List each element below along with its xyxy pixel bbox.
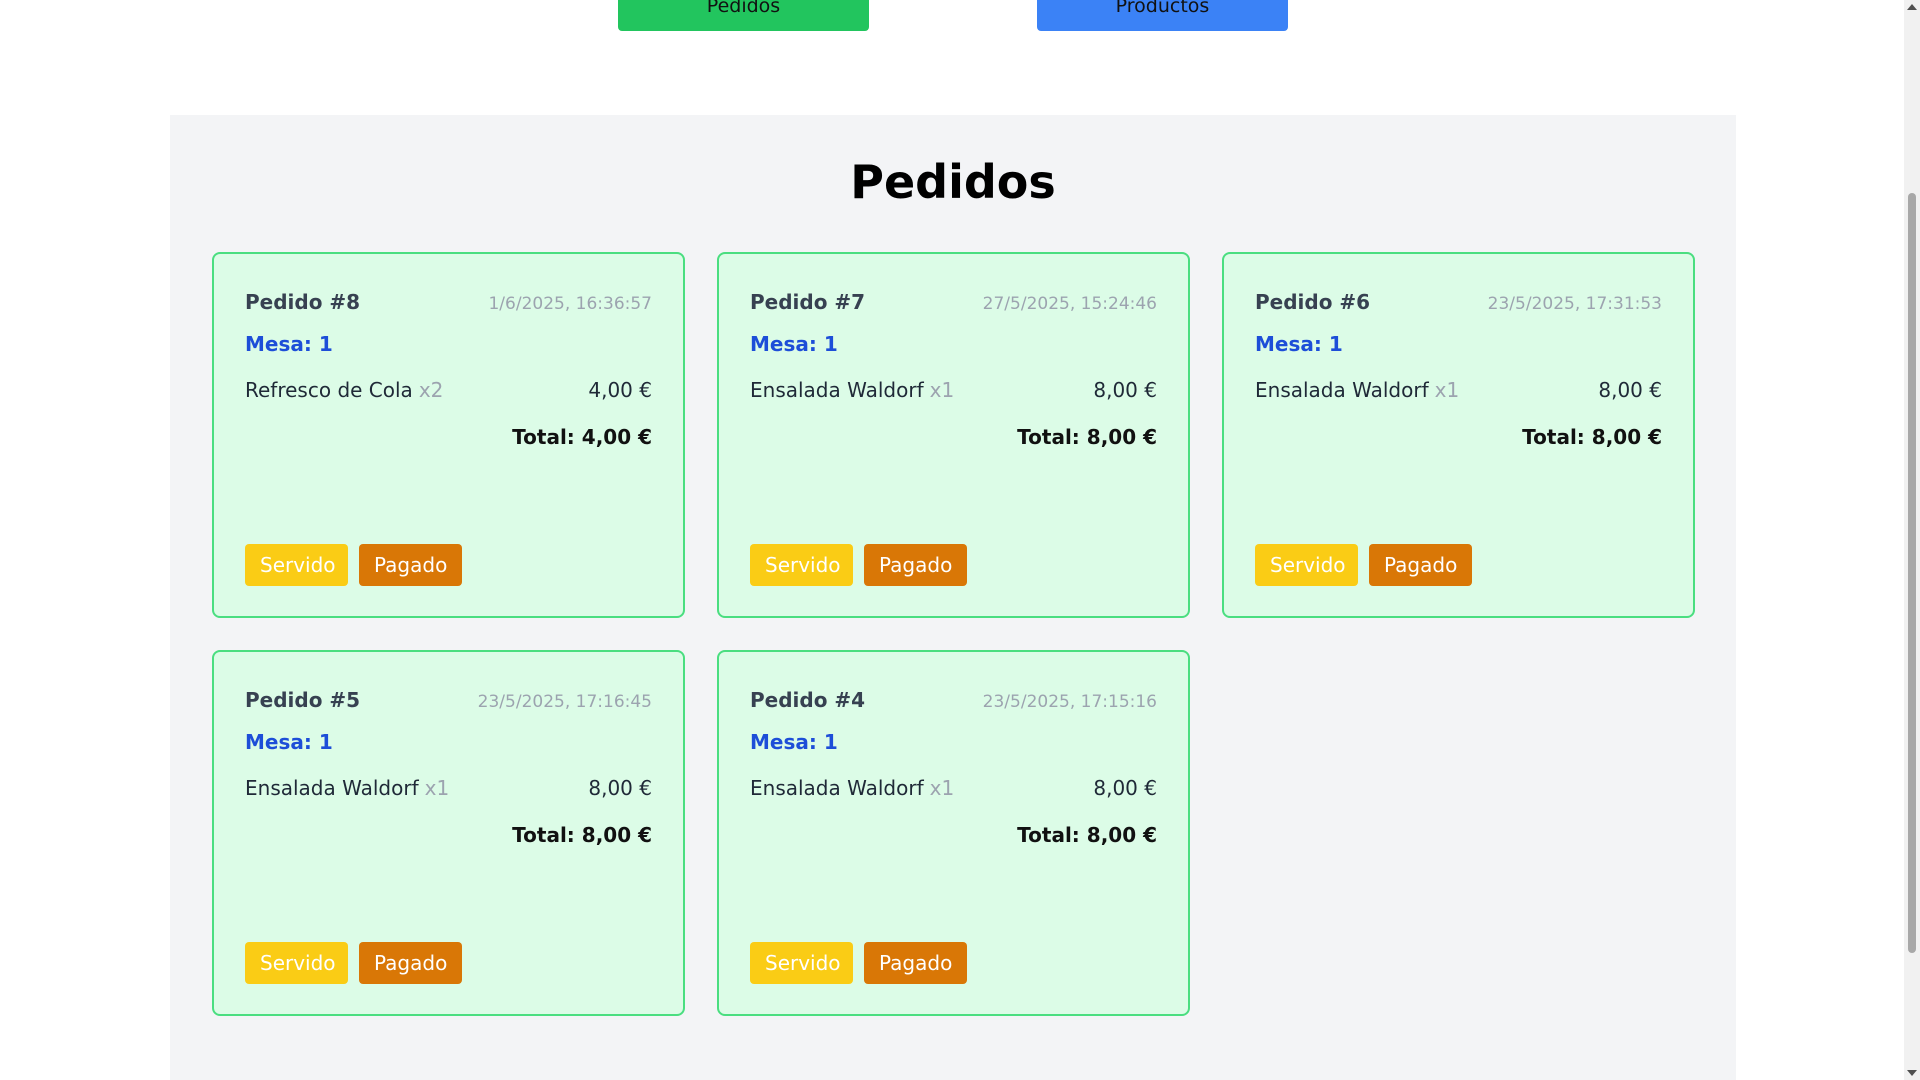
order-item-qty: x1 (424, 776, 450, 800)
order-item: Ensalada Waldorf x1 8,00 € (245, 776, 652, 800)
order-card-header: Pedido #7 27/5/2025, 15:24:46 (750, 290, 1157, 314)
order-table: Mesa: 1 (245, 332, 333, 356)
top-nav: Pedidos Productos (0, 0, 1904, 32)
order-item-desc: Ensalada Waldorf x1 (1255, 378, 1459, 402)
order-date: 23/5/2025, 17:15:16 (982, 692, 1157, 712)
order-card-header: Pedido #4 23/5/2025, 17:15:16 (750, 688, 1157, 712)
order-actions: Servido Pagado (245, 544, 462, 586)
orders-panel: Pedidos Pedido #8 1/6/2025, 16:36:57 Mes… (170, 115, 1736, 1080)
order-actions: Servido Pagado (1255, 544, 1472, 586)
order-table: Mesa: 1 (1255, 332, 1343, 356)
order-item-price: 8,00 € (1598, 378, 1662, 402)
scroll-down-arrow-icon[interactable] (1907, 1070, 1917, 1076)
order-item-price: 8,00 € (588, 776, 652, 800)
order-total: Total: 8,00 € (1522, 425, 1662, 449)
pagado-button[interactable]: Pagado (864, 942, 967, 984)
order-total: Total: 8,00 € (512, 823, 652, 847)
servido-button[interactable]: Servido (750, 942, 853, 984)
order-item: Ensalada Waldorf x1 8,00 € (1255, 378, 1662, 402)
order-table: Mesa: 1 (750, 332, 838, 356)
scroll-up-arrow-icon[interactable] (1907, 4, 1917, 10)
pagado-button[interactable]: Pagado (359, 942, 462, 984)
servido-button[interactable]: Servido (245, 544, 348, 586)
order-item: Refresco de Cola x2 4,00 € (245, 378, 652, 402)
order-table: Mesa: 1 (750, 730, 838, 754)
page-title: Pedidos (850, 155, 1056, 209)
order-item-name: Ensalada Waldorf (750, 378, 924, 402)
order-item-price: 8,00 € (1093, 378, 1157, 402)
order-id: Pedido #7 (750, 290, 866, 314)
order-card-header: Pedido #5 23/5/2025, 17:16:45 (245, 688, 652, 712)
order-actions: Servido Pagado (750, 942, 967, 984)
order-total: Total: 8,00 € (1017, 425, 1157, 449)
order-id: Pedido #5 (245, 688, 361, 712)
order-card: Pedido #4 23/5/2025, 17:15:16 Mesa: 1 En… (717, 650, 1190, 1016)
page-scrollbar[interactable] (1904, 0, 1920, 1080)
order-item-qty: x1 (929, 776, 955, 800)
pagado-button[interactable]: Pagado (359, 544, 462, 586)
order-card-header: Pedido #8 1/6/2025, 16:36:57 (245, 290, 652, 314)
order-item-desc: Ensalada Waldorf x1 (245, 776, 449, 800)
orders-grid: Pedido #8 1/6/2025, 16:36:57 Mesa: 1 Ref… (212, 252, 1695, 1016)
order-item-qty: x1 (1434, 378, 1460, 402)
order-actions: Servido Pagado (750, 544, 967, 586)
order-card-header: Pedido #6 23/5/2025, 17:31:53 (1255, 290, 1662, 314)
order-total: Total: 8,00 € (1017, 823, 1157, 847)
nav-productos-button[interactable]: Productos (1037, 0, 1288, 31)
order-card: Pedido #7 27/5/2025, 15:24:46 Mesa: 1 En… (717, 252, 1190, 618)
order-date: 23/5/2025, 17:16:45 (477, 692, 652, 712)
viewport: Pedidos Productos Pedidos Pedido #8 1/6/… (0, 0, 1920, 1080)
order-item: Ensalada Waldorf x1 8,00 € (750, 776, 1157, 800)
order-date: 23/5/2025, 17:31:53 (1487, 294, 1662, 314)
servido-button[interactable]: Servido (245, 942, 348, 984)
order-item-name: Refresco de Cola (245, 378, 413, 402)
order-item-name: Ensalada Waldorf (750, 776, 924, 800)
order-item: Ensalada Waldorf x1 8,00 € (750, 378, 1157, 402)
order-date: 27/5/2025, 15:24:46 (982, 294, 1157, 314)
order-item-name: Ensalada Waldorf (245, 776, 419, 800)
order-id: Pedido #6 (1255, 290, 1371, 314)
order-item-desc: Ensalada Waldorf x1 (750, 776, 954, 800)
order-item-name: Ensalada Waldorf (1255, 378, 1429, 402)
order-item-desc: Refresco de Cola x2 (245, 378, 443, 402)
pagado-button[interactable]: Pagado (864, 544, 967, 586)
order-total: Total: 4,00 € (512, 425, 652, 449)
servido-button[interactable]: Servido (750, 544, 853, 586)
order-item-price: 8,00 € (1093, 776, 1157, 800)
order-card: Pedido #6 23/5/2025, 17:31:53 Mesa: 1 En… (1222, 252, 1695, 618)
pagado-button[interactable]: Pagado (1369, 544, 1472, 586)
servido-button[interactable]: Servido (1255, 544, 1358, 586)
nav-pedidos-button[interactable]: Pedidos (618, 0, 869, 31)
order-card: Pedido #5 23/5/2025, 17:16:45 Mesa: 1 En… (212, 650, 685, 1016)
order-item-desc: Ensalada Waldorf x1 (750, 378, 954, 402)
order-item-price: 4,00 € (588, 378, 652, 402)
order-item-qty: x2 (418, 378, 444, 402)
order-id: Pedido #4 (750, 688, 866, 712)
order-actions: Servido Pagado (245, 942, 462, 984)
order-card: Pedido #8 1/6/2025, 16:36:57 Mesa: 1 Ref… (212, 252, 685, 618)
scrollbar-thumb[interactable] (1908, 193, 1916, 953)
order-date: 1/6/2025, 16:36:57 (488, 294, 652, 314)
order-table: Mesa: 1 (245, 730, 333, 754)
order-item-qty: x1 (929, 378, 955, 402)
order-id: Pedido #8 (245, 290, 361, 314)
